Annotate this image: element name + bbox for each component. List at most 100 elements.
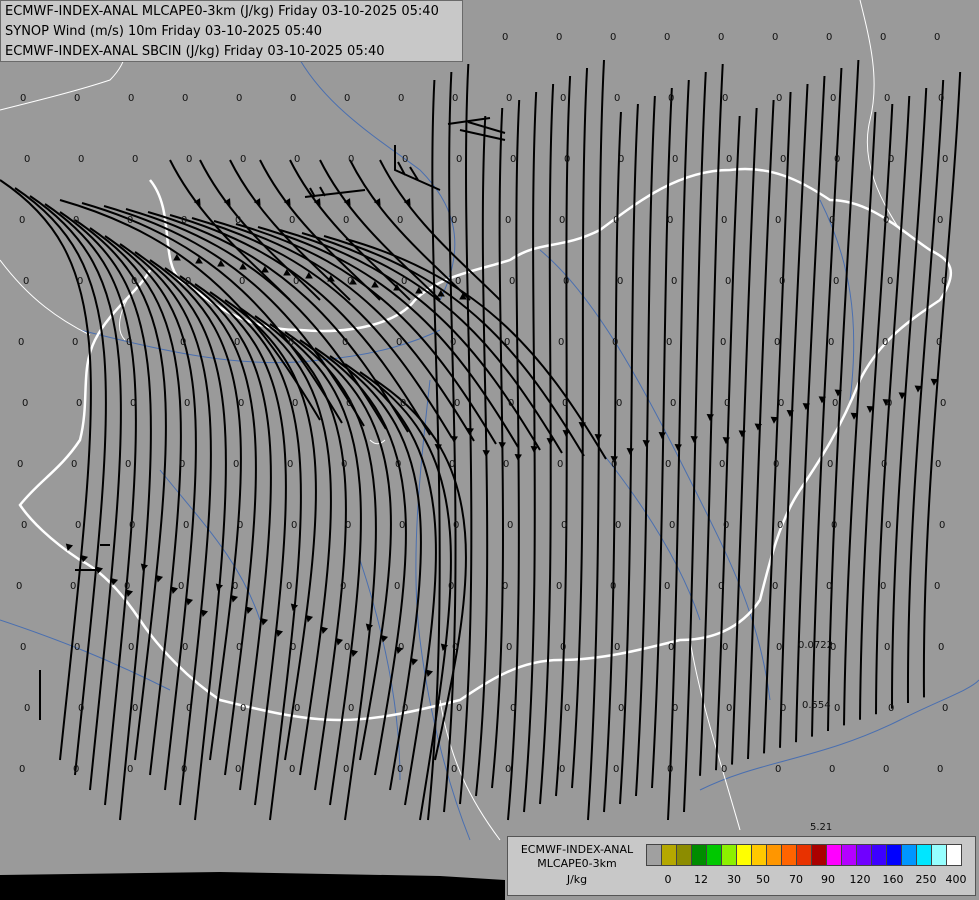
sbcin-zero-label: 0	[564, 154, 570, 165]
sbcin-zero-label: 0	[829, 215, 835, 226]
sbcin-zero-label: 0	[72, 337, 78, 348]
sbcin-zero-label: 0	[236, 93, 242, 104]
sbcin-zero-label: 0	[880, 581, 886, 592]
sbcin-zero-label: 0	[721, 215, 727, 226]
sbcin-zero-label: 0	[826, 32, 832, 43]
sbcin-zero-label: 0	[618, 703, 624, 714]
sbcin-zero-label: 0	[826, 581, 832, 592]
value-label-521: 5.21	[810, 822, 832, 833]
sbcin-zero-label: 0	[184, 398, 190, 409]
legend-variable: MLCAPE0-3km	[537, 857, 617, 870]
sbcin-zero-label: 0	[505, 215, 511, 226]
legend-tick-label: 120	[849, 873, 871, 886]
sbcin-zero-label: 0	[185, 276, 191, 287]
legend-unit: J/kg	[566, 873, 588, 886]
map-title-box: ECMWF-INDEX-ANAL MLCAPE0-3km (J/kg) Frid…	[0, 0, 463, 62]
sbcin-zero-label: 0	[178, 581, 184, 592]
sbcin-zero-label: 0	[887, 276, 893, 287]
sbcin-zero-label: 0	[24, 154, 30, 165]
sbcin-zero-label: 0	[240, 154, 246, 165]
legend-swatch	[856, 844, 872, 866]
sbcin-zero-label: 0	[834, 703, 840, 714]
value-label-0722: 0.0722	[798, 640, 833, 651]
sbcin-zero-label: 0	[939, 520, 945, 531]
legend-swatch	[946, 844, 962, 866]
sbcin-zero-label: 0	[17, 459, 23, 470]
sbcin-zero-label: 0	[288, 337, 294, 348]
sbcin-zero-label: 0	[724, 398, 730, 409]
sbcin-zero-label: 0	[502, 581, 508, 592]
sbcin-zero-label: 0	[938, 642, 944, 653]
sbcin-zero-label: 0	[293, 276, 299, 287]
sbcin-zero-label: 0	[772, 581, 778, 592]
sbcin-zero-label: 0	[665, 459, 671, 470]
sbcin-zero-label: 0	[289, 764, 295, 775]
sbcin-zero-label: 0	[561, 520, 567, 531]
sbcin-zero-label: 0	[450, 337, 456, 348]
sbcin-zero-label: 0	[934, 32, 940, 43]
sbcin-zero-label: 0	[398, 93, 404, 104]
sbcin-zero-label: 0	[238, 398, 244, 409]
sbcin-zero-label: 0	[71, 459, 77, 470]
legend-tick-label: 90	[821, 873, 835, 886]
sbcin-zero-label: 0	[128, 642, 134, 653]
sbcin-zero-label: 0	[882, 337, 888, 348]
sbcin-zero-label: 0	[394, 581, 400, 592]
legend-swatch	[931, 844, 947, 866]
sbcin-zero-label: 0	[560, 93, 566, 104]
sbcin-zero-label: 0	[454, 398, 460, 409]
sbcin-zero-label: 0	[290, 93, 296, 104]
legend-tick-label: 250	[915, 873, 937, 886]
sbcin-zero-label: 0	[942, 154, 948, 165]
sbcin-zero-label: 0	[938, 93, 944, 104]
sbcin-zero-label: 0	[126, 337, 132, 348]
sbcin-zero-label: 0	[343, 215, 349, 226]
sbcin-zero-label: 0	[726, 154, 732, 165]
sbcin-zero-label: 0	[16, 581, 22, 592]
sbcin-zero-label: 0	[672, 703, 678, 714]
sbcin-zero-label: 0	[451, 764, 457, 775]
sbcin-zero-label: 0	[235, 215, 241, 226]
sbcin-zero-label: 0	[615, 520, 621, 531]
sbcin-zero-label: 0	[664, 581, 670, 592]
sbcin-zero-label: 0	[130, 398, 136, 409]
sbcin-zero-label: 0	[937, 215, 943, 226]
sbcin-zero-label: 0	[23, 276, 29, 287]
sbcin-zero-label: 0	[726, 703, 732, 714]
sbcin-zero-label: 0	[779, 276, 785, 287]
sbcin-zero-label: 0	[833, 276, 839, 287]
sbcin-zero-label: 0	[124, 581, 130, 592]
sbcin-zero-label: 0	[128, 93, 134, 104]
sbcin-zero-label: 0	[935, 459, 941, 470]
sbcin-zero-label: 0	[342, 337, 348, 348]
sbcin-zero-label: 0	[888, 703, 894, 714]
sbcin-zero-label: 0	[563, 276, 569, 287]
legend-swatch	[871, 844, 887, 866]
legend-tick-label: 400	[945, 873, 967, 886]
sbcin-zero-label: 0	[506, 642, 512, 653]
sbcin-zero-label: 0	[834, 154, 840, 165]
sbcin-zero-label: 0	[666, 337, 672, 348]
sbcin-zero-label: 0	[508, 398, 514, 409]
sbcin-zero-label: 0	[401, 276, 407, 287]
sbcin-zero-label: 0	[20, 93, 26, 104]
sbcin-zero-label: 0	[186, 154, 192, 165]
sbcin-zero-label: 0	[341, 459, 347, 470]
sbcin-zero-label: 0	[613, 215, 619, 226]
sbcin-zero-label: 0	[452, 93, 458, 104]
sbcin-zero-label: 0	[132, 703, 138, 714]
value-label-554: 0.554	[802, 700, 831, 711]
sbcin-zero-label: 0	[236, 642, 242, 653]
sbcin-zero-label: 0	[24, 703, 30, 714]
sbcin-zero-label: 0	[346, 398, 352, 409]
sbcin-zero-label: 0	[941, 276, 947, 287]
sbcin-zero-label: 0	[286, 581, 292, 592]
sbcin-zero-label: 0	[21, 520, 27, 531]
sbcin-zero-label: 0	[559, 215, 565, 226]
legend-tick-label: 70	[789, 873, 803, 886]
sbcin-zero-label: 0	[20, 642, 26, 653]
sbcin-zero-label: 0	[888, 154, 894, 165]
sbcin-zero-label: 0	[780, 154, 786, 165]
legend-swatch	[886, 844, 902, 866]
sbcin-zero-label: 0	[345, 520, 351, 531]
